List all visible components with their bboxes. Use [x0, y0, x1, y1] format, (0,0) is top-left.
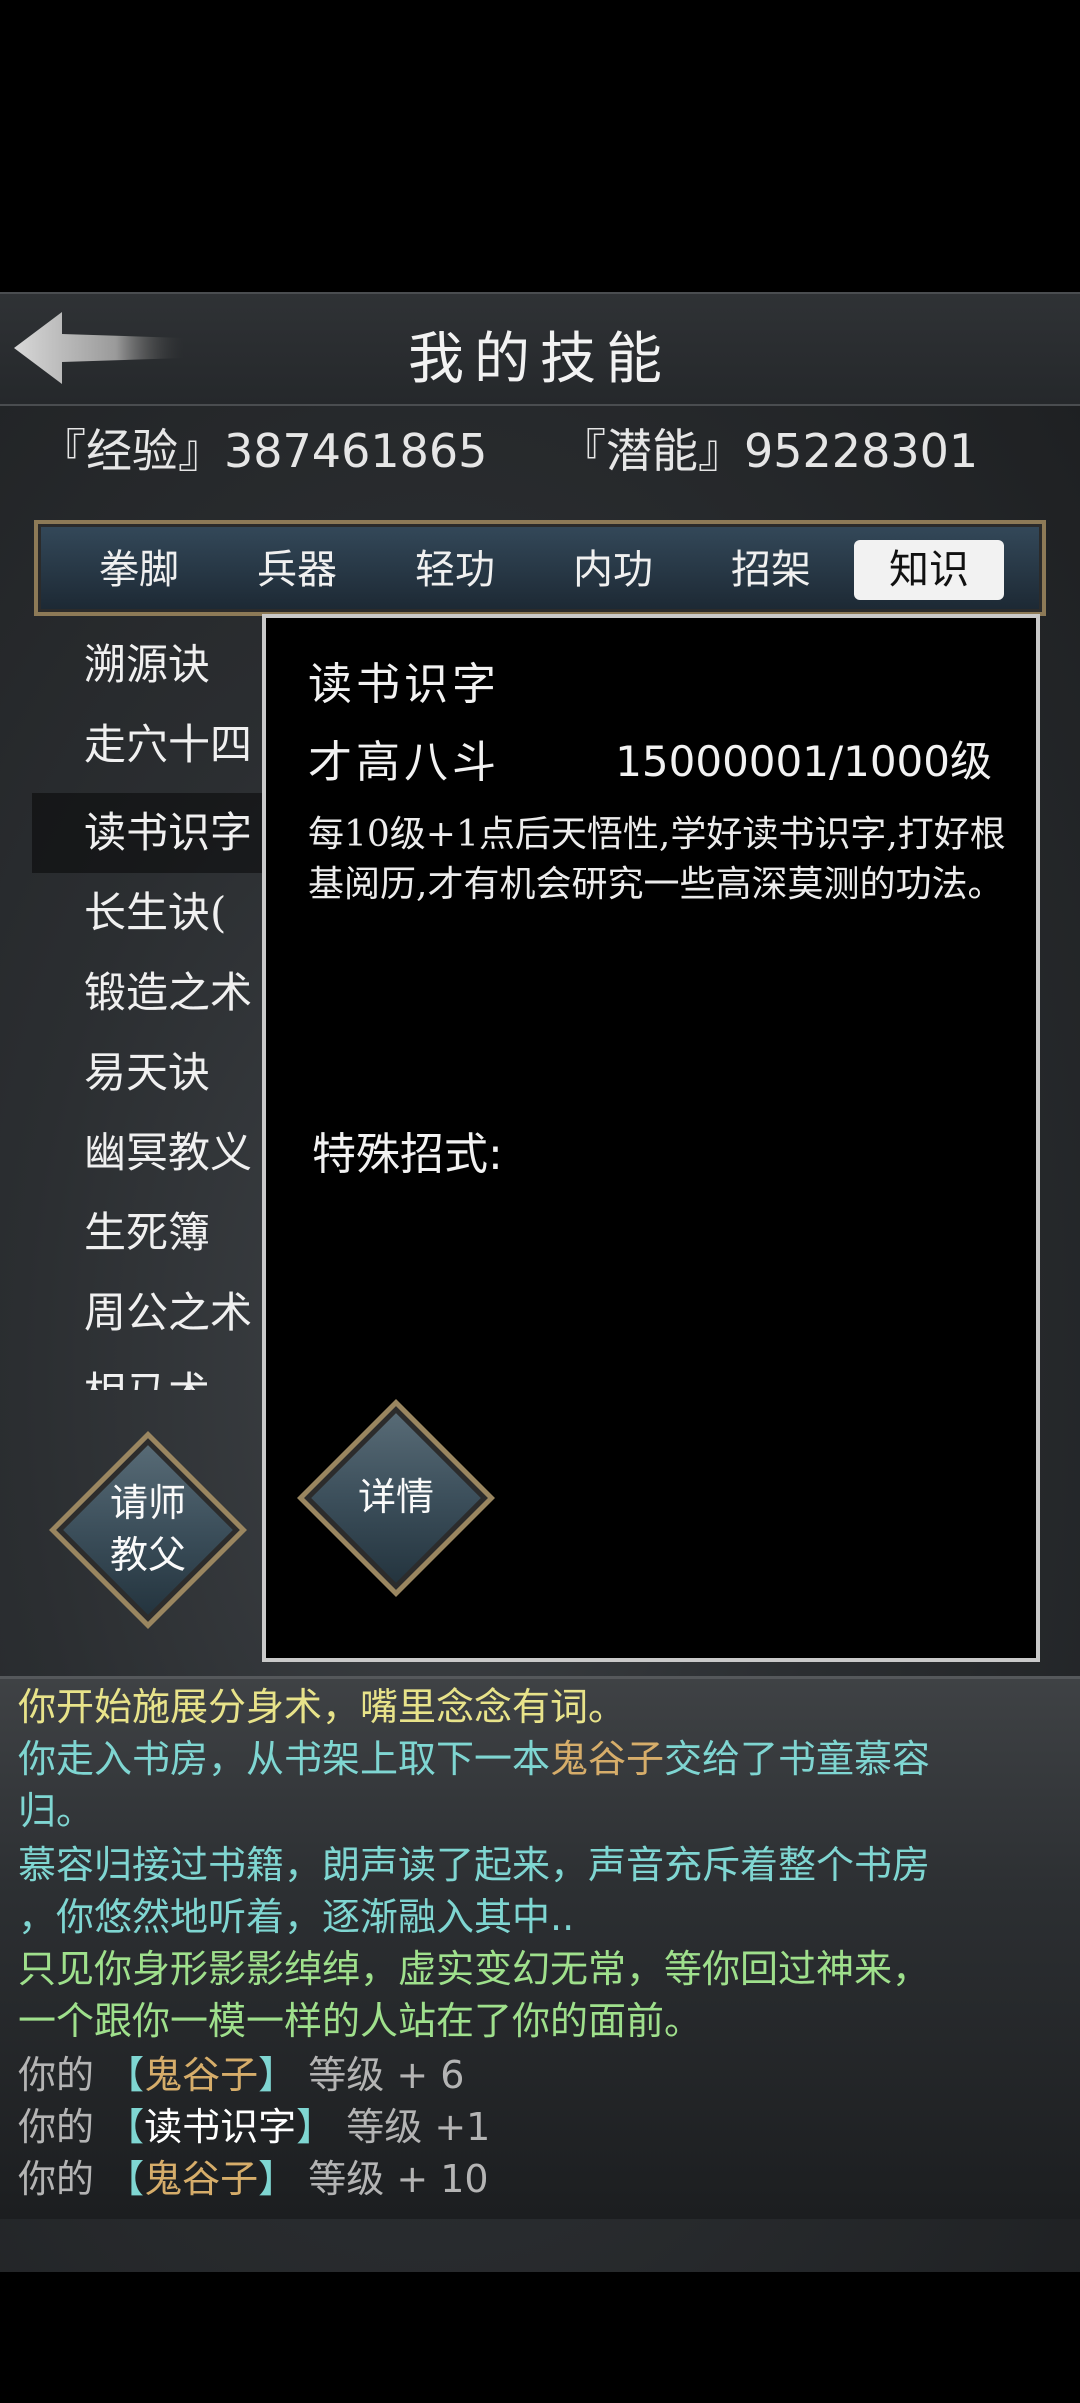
log-text: 你的: [18, 2105, 95, 2149]
tab-weapon[interactable]: 兵器: [222, 540, 372, 600]
bracket: 】: [296, 2105, 335, 2149]
log-line: 你走入书房，从书架上取下一本鬼谷子交给了书童慕容: [18, 1733, 1068, 1785]
log-line: 只见你身形影影绰绰，虚实变幻无常，等你回过神来，: [18, 1947, 931, 1991]
skill-item[interactable]: 幽冥教义: [32, 1113, 272, 1193]
log-skill-name: 鬼谷子: [144, 2053, 259, 2097]
ask-teacher-line1: 请师: [109, 1481, 186, 1525]
log-text: 你的: [18, 2157, 95, 2201]
page-title: 我的技能: [408, 327, 672, 392]
log-skill-name: 鬼谷子: [144, 2157, 259, 2201]
skill-item[interactable]: 易天诀: [32, 1033, 272, 1113]
skill-level: 15000001/1000级: [615, 737, 992, 786]
experience-stat: 『经验』387461865: [40, 424, 488, 478]
log-text: 等级 + 10: [308, 2157, 489, 2201]
tab-fist[interactable]: 拳脚: [64, 540, 214, 600]
log-text: 交给了书童慕容: [664, 1737, 931, 1781]
skill-description: 每10级+1点后天悟性,学好读书识字,打好根基阅历,才有机会研究一些高深莫测的功…: [308, 814, 1006, 905]
log-text: 等级 +1: [346, 2105, 491, 2149]
skill-item[interactable]: 长生诀(: [32, 873, 272, 953]
skill-item[interactable]: 锻造之术: [32, 953, 272, 1033]
skill-item[interactable]: 周公之术: [32, 1273, 272, 1353]
stats-row: 『经验』387461865 『潜能』95228301: [40, 415, 1060, 485]
log-line: 你开始施展分身术，嘴里念念有词。: [18, 1685, 627, 1729]
potential-stat: 『潜能』95228301: [560, 424, 979, 478]
message-log: 你开始施展分身术，嘴里念念有词。 你走入书房，从书架上取下一本鬼谷子交给了书童慕…: [0, 1676, 1080, 2219]
log-line: ，你悠然地听着，逐渐融入其中..: [18, 1895, 575, 1939]
log-skill-name: 读书识字: [144, 2105, 297, 2149]
tab-knowledge[interactable]: 知识: [854, 540, 1004, 600]
bracket: 【: [106, 2157, 145, 2201]
log-text: 你走入书房，从书架上取下一本: [18, 1737, 551, 1781]
details-button[interactable]: 详情: [296, 1398, 496, 1598]
log-text: 等级 + 6: [308, 2053, 465, 2097]
log-line: 一个跟你一模一样的人站在了你的面前。: [18, 1999, 703, 2043]
skill-detail-panel: 读书识字 才高八斗 15000001/1000级 每10级+1点后天悟性,学好读…: [262, 614, 1040, 1662]
skill-item[interactable]: 溯源诀: [32, 625, 272, 705]
log-line: 慕容归接过书籍，朗声读了起来，声音充斥着整个书房: [18, 1843, 931, 1887]
ask-teacher-button[interactable]: 请师 教父: [48, 1430, 248, 1630]
log-level-line: 你的 【鬼谷子】 等级 + 6: [18, 2049, 1068, 2101]
log-line: 归。: [18, 1789, 95, 1833]
log-book-name: 鬼谷子: [550, 1737, 665, 1781]
tab-inner[interactable]: 内功: [538, 540, 688, 600]
skill-item[interactable]: 相马术: [32, 1353, 272, 1390]
details-label: 详情: [357, 1475, 434, 1519]
tab-lightness[interactable]: 轻功: [380, 540, 530, 600]
ask-teacher-line2: 教父: [109, 1533, 186, 1577]
skill-item[interactable]: 生死簿: [32, 1193, 272, 1273]
skill-category-tabs: 拳脚 兵器 轻功 内功 招架 知识: [34, 520, 1046, 616]
bracket: 【: [106, 2105, 145, 2149]
log-text: 你的: [18, 2053, 95, 2097]
bracket: 【: [106, 2053, 145, 2097]
tab-parry[interactable]: 招架: [696, 540, 846, 600]
skill-item-selected[interactable]: 读书识字: [32, 793, 272, 873]
skill-name: 读书识字: [308, 659, 500, 710]
bracket: 】: [258, 2053, 297, 2097]
log-level-line: 你的 【鬼谷子】 等级 + 10: [18, 2153, 1068, 2205]
skill-list: 溯源诀 走穴十四 读书识字 长生诀( 锻造之术 易天诀 幽冥教义 生死簿 周公之…: [32, 625, 272, 1390]
log-level-line: 你的 【读书识字】 等级 +1: [18, 2101, 1068, 2153]
skill-rank: 才高八斗: [308, 737, 500, 788]
header-bar: 我的技能: [0, 292, 1080, 406]
skill-item[interactable]: 走穴十四: [32, 705, 272, 785]
bracket: 】: [258, 2157, 297, 2201]
special-moves-label: 特殊招式:: [312, 1129, 503, 1180]
